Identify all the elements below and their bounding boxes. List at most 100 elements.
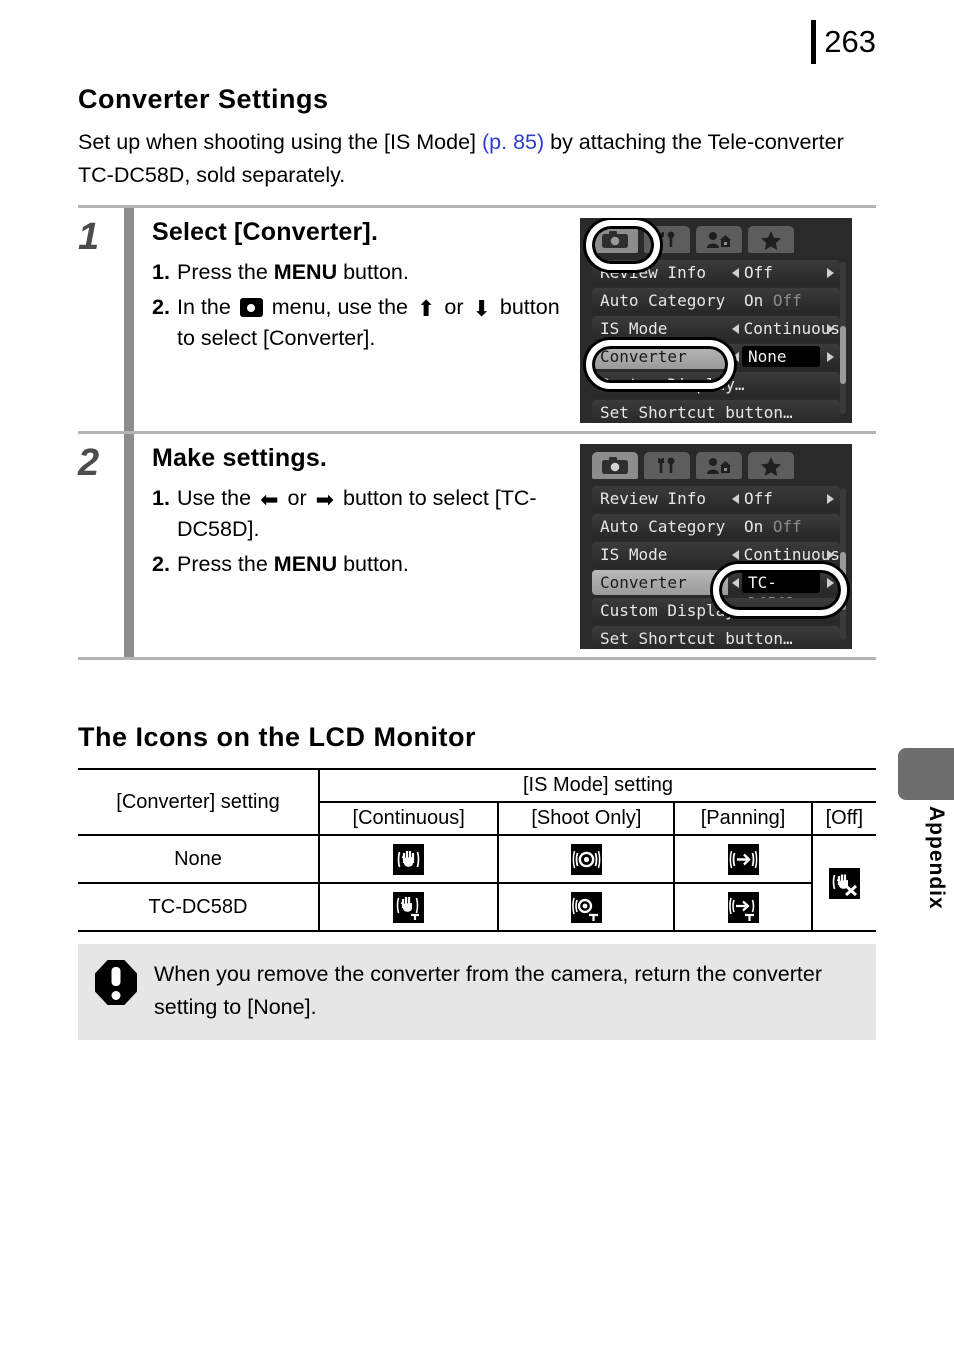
intro-text-before: Set up when shooting using the [IS Mode] <box>78 130 482 154</box>
step-2-substep-2: 2. Press the MENU button. <box>152 549 572 580</box>
converter-settings-intro: Set up when shooting using the [IS Mode]… <box>78 126 878 192</box>
mytab-tab-icon <box>707 457 731 474</box>
page-reference-link[interactable]: (p. 85) <box>482 130 544 154</box>
is-panning-tele-icon <box>727 891 759 923</box>
caret-left-icon[interactable] <box>732 267 739 278</box>
substep-text-pre: Press the <box>177 552 274 576</box>
menu-row-label: Set Shortcut button… <box>592 400 840 423</box>
lcd-scrollbar[interactable] <box>840 488 846 640</box>
caution-icon-wrap <box>78 958 154 1005</box>
setup-tab[interactable] <box>644 226 690 253</box>
substep-number: 1. <box>152 260 170 284</box>
menu-row-auto-category[interactable]: Auto Category On Off <box>592 514 840 539</box>
page-number-rule <box>811 20 817 64</box>
mytab-tab[interactable] <box>696 452 742 479</box>
substep-text-post: button. <box>337 260 409 284</box>
substep-text-post: button. <box>337 552 409 576</box>
menu-row-value[interactable]: Continuous <box>727 542 840 567</box>
lcd-screen-step1: Review Info Off Auto Category On Off IS … <box>580 218 852 423</box>
step-2-substep-1: 1. Use the ⬅ or ➡ button to select [TC-D… <box>152 483 572 545</box>
caret-right-icon[interactable] <box>827 549 834 560</box>
menu-row-value[interactable]: On Off <box>728 514 840 539</box>
menu-row-custom-display[interactable]: Custom Display… <box>592 598 840 623</box>
lcd-menu-list-step1: Review Info Off Auto Category On Off IS … <box>592 260 840 423</box>
shooting-tab[interactable] <box>592 452 638 479</box>
cell-off-icon <box>810 834 876 932</box>
mytab-tab[interactable] <box>696 226 742 253</box>
menu-row-set-shortcut[interactable]: Set Shortcut button… <box>592 626 840 649</box>
caret-right-icon[interactable] <box>827 267 834 278</box>
menu-row-value[interactable]: On Off <box>728 288 840 313</box>
caret-left-icon[interactable] <box>731 549 739 560</box>
menu-row-label: Review Info <box>592 260 728 285</box>
lcd-scrollbar[interactable] <box>840 262 846 414</box>
menu-row-value[interactable]: Off <box>728 486 840 511</box>
table-header-row-1: [Converter] setting [IS Mode] setting <box>78 768 876 835</box>
caret-left-icon[interactable] <box>732 493 739 504</box>
caret-right-icon[interactable] <box>827 323 834 334</box>
step-1-number: 1 <box>78 216 100 258</box>
lcd-menu-list-step2: Review Info Off Auto Category On Off IS … <box>592 486 840 649</box>
arrow-up-icon: ⬆ <box>416 297 436 322</box>
caution-text: When you remove the converter from the c… <box>154 962 822 1019</box>
is-panning-icon <box>727 843 759 875</box>
menu-button-label: MENU <box>273 260 338 284</box>
menu-row-review-info[interactable]: Review Info Off <box>592 486 840 511</box>
cell-tcdc58d-panning <box>673 882 812 932</box>
menu-row-review-info[interactable]: Review Info Off <box>592 260 840 285</box>
header-is-mode-setting: [IS Mode] setting <box>318 768 876 803</box>
menu-row-value[interactable]: None <box>728 344 840 369</box>
camera-menu-icon <box>239 298 263 317</box>
step-2-number: 2 <box>78 442 100 484</box>
arrow-down-icon: ⬇ <box>472 297 491 322</box>
lcd-screen-step2: Review Info Off Auto Category On Off IS … <box>580 444 852 649</box>
is-shoot-only-icon <box>570 843 602 875</box>
arrow-left-icon: ⬅ <box>260 488 279 513</box>
caret-left-icon[interactable] <box>732 577 739 588</box>
caret-right-icon[interactable] <box>827 577 834 588</box>
substep-text: In the menu, use the ⬆ or ⬇ button to se… <box>177 292 572 354</box>
step-2: 2 Make settings. 1. Use the ⬅ or ➡ butto… <box>78 434 876 657</box>
menu-row-auto-category[interactable]: Auto Category On Off <box>592 288 840 313</box>
converter-value[interactable]: TC-DC58D <box>742 572 820 613</box>
cell-none-continuous <box>317 834 499 884</box>
step-1-substep-1: 1. Press the MENU button. <box>152 257 572 288</box>
menu-row-value[interactable]: Continuous <box>727 316 840 341</box>
menu-row-converter[interactable]: Converter TC-DC58D <box>592 570 840 613</box>
substep-number: 2. <box>152 295 170 319</box>
menu-row-value[interactable]: TC-DC58D <box>728 570 840 613</box>
caret-right-icon[interactable] <box>827 351 834 362</box>
step-1: 1 Select [Converter]. 1. Press the MENU … <box>78 208 876 431</box>
setup-tab[interactable] <box>644 452 690 479</box>
step-1-text: Select [Converter]. 1. Press the MENU bu… <box>152 218 572 423</box>
menu-row-value[interactable]: Off <box>728 260 840 285</box>
substep-number: 1. <box>152 486 170 510</box>
substep-text-pre: In the <box>177 295 237 319</box>
menu-row-custom-display[interactable]: Custom Display… <box>592 372 840 397</box>
caret-right-icon[interactable] <box>827 493 834 504</box>
steps-bottom-rule <box>78 657 876 660</box>
caret-left-icon[interactable] <box>732 351 739 362</box>
substep-or: or <box>438 295 470 319</box>
exclamation-octagon-icon <box>95 960 137 1005</box>
lcd-scrollbar-thumb[interactable] <box>840 326 846 384</box>
page-number: 263 <box>824 24 876 59</box>
lcd-tab-bar <box>592 452 794 479</box>
menu-row-value-text: Continuous <box>743 319 840 338</box>
star-tab[interactable] <box>748 226 794 253</box>
menu-row-converter[interactable]: Converter None <box>592 344 840 369</box>
header-continuous: [Continuous] <box>317 801 499 836</box>
auto-category-on: On <box>744 291 764 310</box>
shooting-tab[interactable] <box>592 226 638 253</box>
caret-left-icon[interactable] <box>731 323 739 334</box>
menu-row-is-mode[interactable]: IS Mode Continuous <box>592 542 840 567</box>
converter-value[interactable]: None <box>742 346 820 367</box>
substep-text-pre: Press the <box>177 260 274 284</box>
menu-row-label: Converter <box>592 570 728 595</box>
auto-category-off: Off <box>772 291 802 310</box>
menu-row-set-shortcut[interactable]: Set Shortcut button… <box>592 400 840 423</box>
menu-row-is-mode[interactable]: IS Mode Continuous <box>592 316 840 341</box>
star-tab[interactable] <box>748 452 794 479</box>
lcd-scrollbar-thumb[interactable] <box>840 552 846 610</box>
menu-row-label: Custom Display… <box>592 372 840 397</box>
